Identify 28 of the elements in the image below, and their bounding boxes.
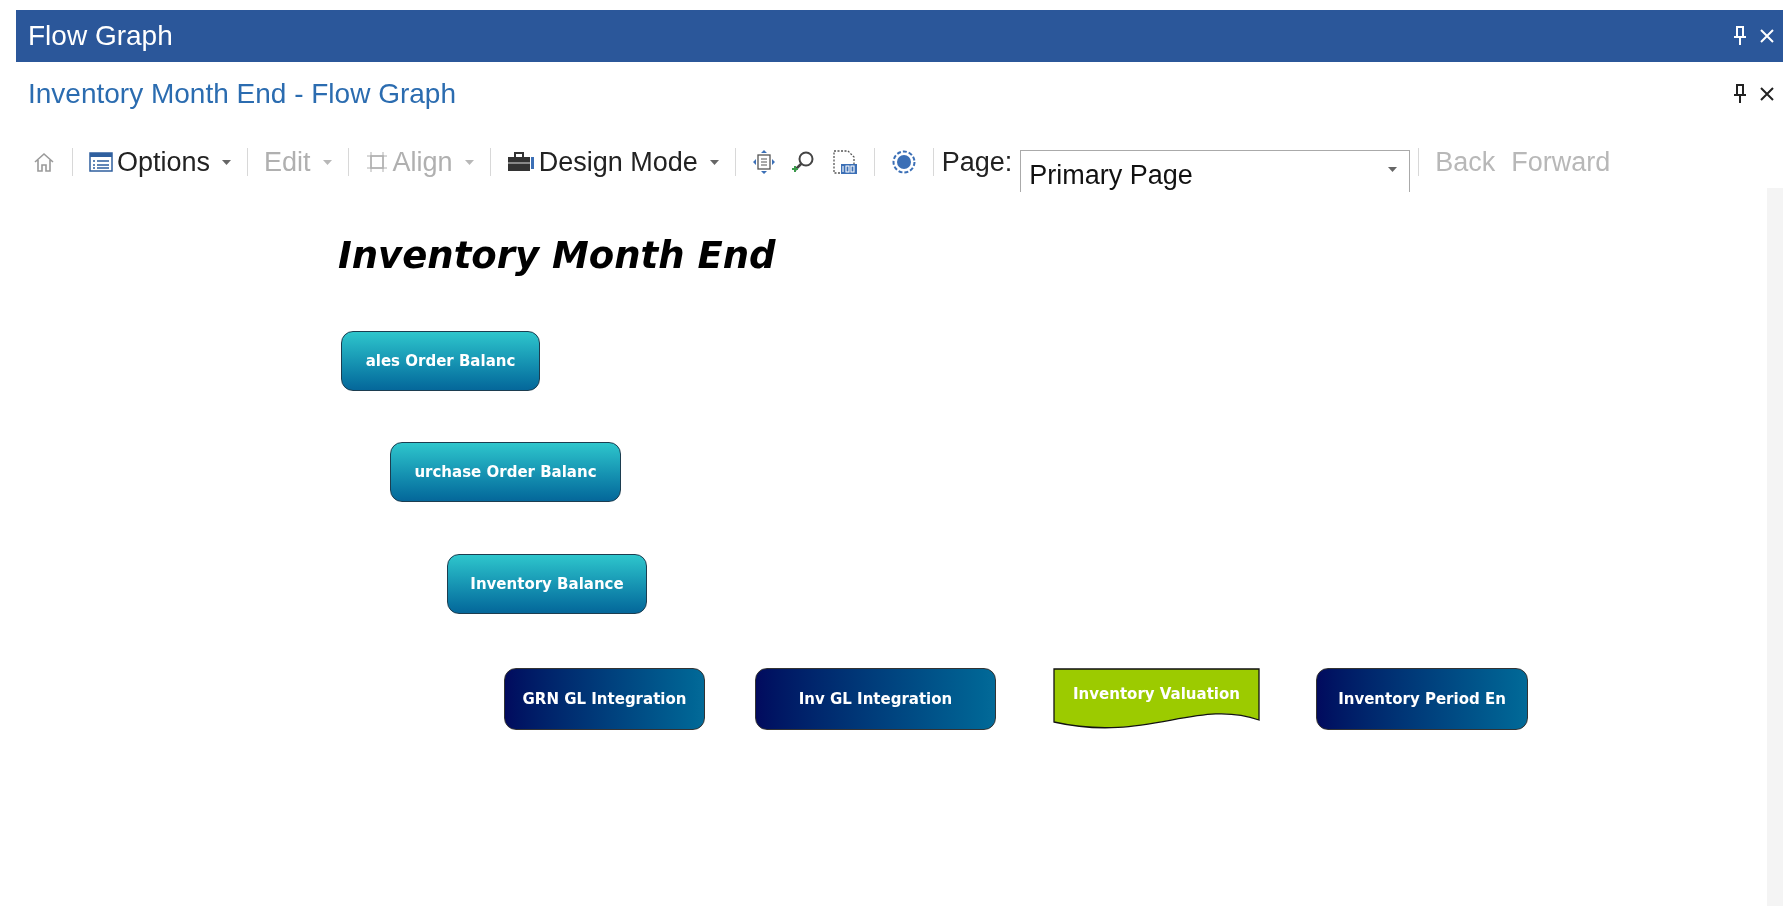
fit-page-icon [751,150,776,174]
document-title: Inventory Month End - Flow Graph [28,77,456,111]
actual-size-icon [831,149,858,175]
toolbar-menu-button[interactable]: Options [81,141,240,183]
pin-icon[interactable] [1733,84,1747,104]
caret-icon [222,159,232,165]
page-dropdown[interactable]: Primary Page [1020,150,1411,192]
zoom-in-icon [791,150,816,174]
process-node[interactable]: Inventory Balance [447,554,647,614]
window-title: Flow Graph [28,19,173,53]
toolbar-menu-button[interactable]: Design Mode [498,141,727,183]
process-node[interactable]: Inventory Period En [1316,668,1528,730]
align-icon [364,151,389,173]
target-icon [890,149,917,175]
page-label: Page: [941,145,1013,179]
process-node[interactable]: ales Order Balanc [341,331,540,391]
canvas-heading: Inventory Month End [338,233,776,279]
caret-icon [322,159,332,165]
list-icon [89,152,113,172]
briefcase-icon [506,151,535,173]
caret-icon [464,159,474,165]
caret-icon [709,159,719,165]
home-icon [32,151,56,173]
caret-icon [1388,167,1398,172]
close-icon[interactable] [1759,86,1775,102]
process-node[interactable]: Inv GL Integration [755,668,996,730]
process-node[interactable]: urchase Order Balanc [390,442,621,502]
process-node[interactable]: GRN GL Integration [504,668,705,730]
